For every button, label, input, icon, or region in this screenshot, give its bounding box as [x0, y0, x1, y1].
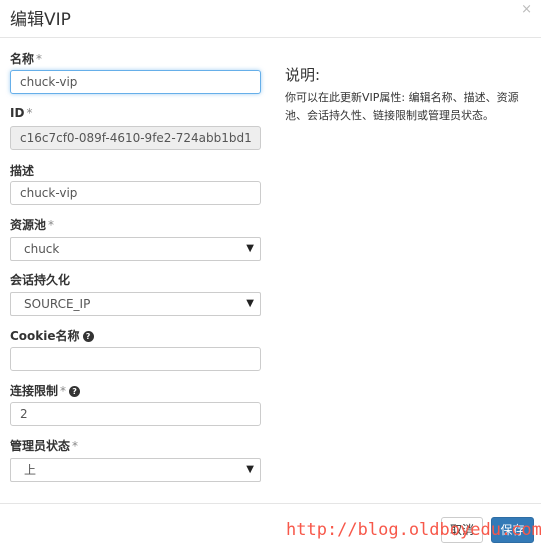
connection-limit-label-text: 连接限制: [10, 384, 59, 398]
required-mark: *: [36, 52, 43, 66]
required-mark: *: [72, 439, 79, 453]
pool-select[interactable]: chuck ▼: [10, 237, 261, 261]
admin-state-label: 管理员状态 *: [10, 437, 78, 454]
chevron-down-icon: ▼: [246, 243, 254, 254]
chevron-down-icon: ▼: [246, 464, 254, 475]
help-icon[interactable]: ?: [69, 386, 81, 397]
required-mark: *: [48, 218, 55, 232]
session-persistence-label: 会话持久化: [10, 273, 71, 287]
description-heading: 说明:: [285, 66, 321, 84]
required-mark: *: [26, 106, 33, 120]
description-label: 描述: [10, 164, 35, 178]
admin-state-value: 上: [24, 463, 37, 477]
session-persistence-select[interactable]: SOURCE_IP ▼: [10, 292, 261, 316]
id-label-text: ID: [10, 106, 25, 120]
id-label: ID *: [10, 106, 32, 120]
cookie-name-label: Cookie名称?: [10, 327, 94, 344]
close-icon[interactable]: ×: [521, 2, 532, 17]
admin-state-label-text: 管理员状态: [10, 439, 71, 453]
connection-limit-input[interactable]: [10, 402, 261, 426]
watermark-text: http://blog.oldboyedu.com: [286, 520, 541, 540]
description-text: 你可以在此更新VIP属性: 编辑名称、描述、资源池、会话持久性、链接限制或管理员…: [285, 91, 519, 122]
chevron-down-icon: ▼: [246, 298, 254, 309]
connection-limit-label: 连接限制 *?: [10, 382, 81, 399]
modal-header: 编辑VIP ×: [0, 0, 541, 38]
required-mark: *: [60, 384, 67, 398]
name-label-text: 名称: [10, 52, 35, 66]
pool-select-value: chuck: [24, 242, 60, 256]
description-input[interactable]: [10, 181, 261, 205]
id-input: [10, 126, 261, 150]
cookie-name-input[interactable]: [10, 347, 261, 371]
name-input[interactable]: [10, 70, 261, 94]
name-label: 名称 *: [10, 50, 42, 67]
cookie-name-label-text: Cookie名称: [10, 329, 80, 343]
session-persistence-value: SOURCE_IP: [24, 297, 91, 311]
pool-label-text: 资源池: [10, 218, 47, 232]
modal-title: 编辑VIP: [10, 10, 71, 30]
pool-label: 资源池 *: [10, 216, 54, 233]
help-icon[interactable]: ?: [82, 331, 94, 342]
admin-state-select[interactable]: 上 ▼: [10, 458, 261, 482]
